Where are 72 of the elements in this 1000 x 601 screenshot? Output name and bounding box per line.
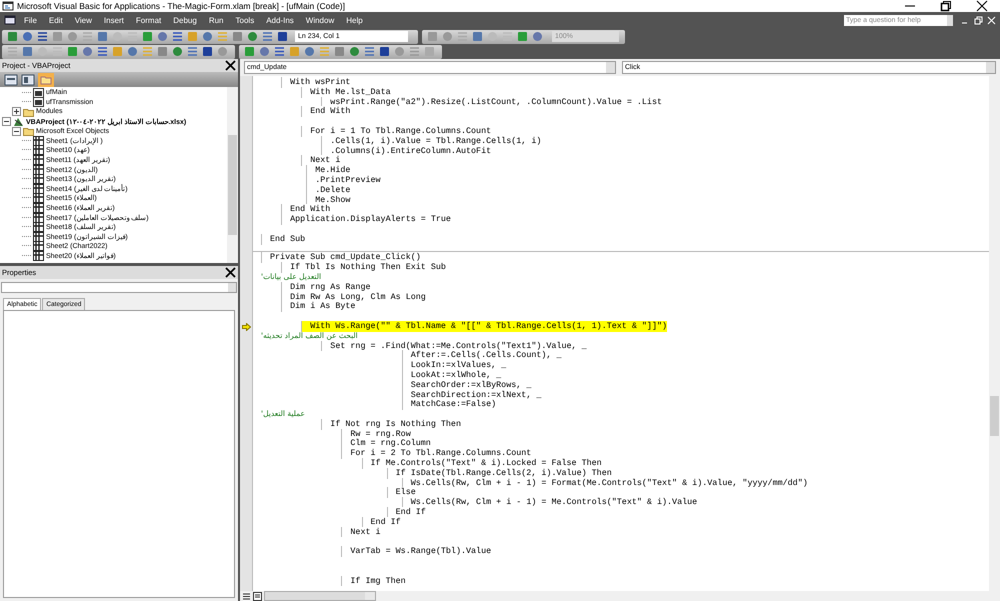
menu-item[interactable]: Tools <box>230 16 260 25</box>
close-icon[interactable] <box>976 0 988 12</box>
square-icon[interactable] <box>6 30 19 43</box>
square-icon[interactable] <box>378 45 391 58</box>
square-icon[interactable] <box>471 30 484 43</box>
menu-item[interactable]: Add-Ins <box>260 16 300 25</box>
folder-icon <box>23 126 34 136</box>
vertical-scrollbar[interactable] <box>227 87 238 263</box>
circle-icon[interactable] <box>531 30 544 43</box>
circle-icon[interactable] <box>201 30 214 43</box>
circle-icon[interactable] <box>258 45 271 58</box>
window-title: Microsoft Visual Basic for Applications - The-Magic-Form.xlam [break] - [ufMain (Code)] <box>17 1 346 11</box>
lines-icon[interactable] <box>96 45 109 58</box>
expand-icon[interactable] <box>12 107 21 116</box>
sheet-icon <box>33 212 44 223</box>
sheet-icon <box>33 193 44 204</box>
circle-icon[interactable] <box>246 30 259 43</box>
form-icon <box>33 97 44 108</box>
menu-item[interactable]: View <box>68 16 98 25</box>
menu-item[interactable]: Run <box>202 16 230 25</box>
square-icon[interactable] <box>276 30 289 43</box>
square-icon[interactable] <box>21 45 34 58</box>
sheet-icon <box>33 145 44 156</box>
procedure-view-icon[interactable] <box>242 592 251 600</box>
close-icon[interactable] <box>225 267 236 278</box>
circle-icon[interactable] <box>81 45 94 58</box>
view-object-icon[interactable] <box>21 74 35 86</box>
restore-icon[interactable] <box>940 0 952 12</box>
circle-icon[interactable] <box>303 45 316 58</box>
view-code-icon[interactable] <box>4 74 18 86</box>
menu-item[interactable]: Insert <box>98 16 130 25</box>
menu-item[interactable]: Window <box>300 16 340 25</box>
document-icon[interactable] <box>4 15 16 26</box>
circle-icon[interactable] <box>348 45 361 58</box>
lines-icon[interactable] <box>186 45 199 58</box>
lines-icon[interactable] <box>363 45 376 58</box>
sheet-icon <box>33 174 44 184</box>
sheet-icon <box>33 136 44 146</box>
menu-item[interactable]: Debug <box>167 16 203 25</box>
collapse-icon[interactable] <box>12 126 21 136</box>
sheet-icon <box>33 154 44 165</box>
lines-icon[interactable] <box>273 45 286 58</box>
sheet-icon <box>33 202 44 213</box>
menu-item[interactable]: File <box>18 16 43 25</box>
sheet-icon <box>33 222 44 232</box>
menu-item[interactable]: Help <box>340 16 369 25</box>
circle-icon[interactable] <box>441 30 454 43</box>
sheet-icon <box>33 164 44 175</box>
project-icon <box>13 116 24 127</box>
circle-icon[interactable] <box>126 45 139 58</box>
circle-icon[interactable] <box>171 45 184 58</box>
folder-icon[interactable] <box>38 72 54 86</box>
lines-icon[interactable] <box>261 30 274 43</box>
lines-icon[interactable] <box>171 30 184 43</box>
sheet-icon <box>33 241 44 252</box>
menu-item[interactable]: Format <box>130 16 168 25</box>
horizontal-scrollbar[interactable] <box>264 591 376 601</box>
circle-icon[interactable] <box>66 30 79 43</box>
sheet-icon <box>33 184 44 194</box>
square-icon[interactable] <box>201 45 214 58</box>
close-icon[interactable] <box>225 60 236 71</box>
circle-icon[interactable] <box>486 30 499 43</box>
restore-icon[interactable] <box>974 16 983 25</box>
folder-icon <box>23 106 34 117</box>
collapse-icon[interactable] <box>2 117 11 126</box>
lines-icon[interactable] <box>36 30 49 43</box>
circle-icon[interactable] <box>21 30 34 43</box>
full-module-view-icon[interactable] <box>253 592 262 600</box>
menu-item[interactable]: Edit <box>42 16 69 25</box>
circle-icon[interactable] <box>156 30 169 43</box>
sheet-icon <box>33 232 44 242</box>
square-icon[interactable] <box>96 30 109 43</box>
